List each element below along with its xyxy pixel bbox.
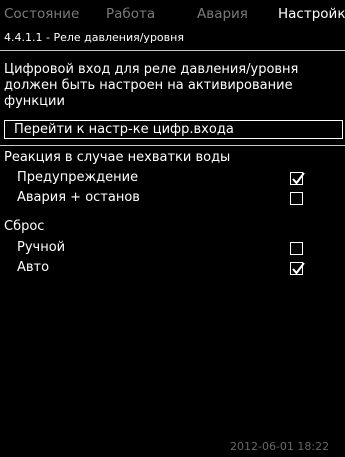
option-alarm-stop-label: Авария + останов [17,190,140,205]
section-heading-reset: Сброс [4,219,45,234]
tab-operation[interactable]: Работа [106,6,155,22]
section-heading-reaction: Реакция в случае нехватки воды [4,150,231,165]
tab-bar: Состояние Работа Авария Настройки [0,6,345,26]
goto-digital-input-label: Перейти к настр-ке цифр.входа [14,122,234,137]
option-auto-checkbox[interactable] [290,262,305,275]
tab-alarm[interactable]: Авария [197,6,248,22]
info-text: Цифровой вход для реле давления/уровня д… [4,62,340,110]
option-auto-label: Авто [17,260,50,275]
checkmark-icon [292,172,305,185]
checkmark-icon [292,262,305,275]
info-line: Цифровой вход для реле давления/уровня [4,62,299,77]
breadcrumb: 4.4.1.1 - Реле давления/уровня [4,31,184,44]
tab-status[interactable]: Состояние [4,6,79,22]
info-line: функции [4,94,65,109]
divider [0,145,345,146]
option-alarm-stop-checkbox[interactable] [290,192,303,205]
option-warning-label: Предупреждение [17,170,139,185]
tab-settings[interactable]: Настройки [278,6,345,22]
info-line: должен быть настроен на активирование [4,78,293,93]
option-manual-checkbox[interactable] [290,242,303,255]
divider [0,50,345,51]
datetime: 2012-06-01 18:22 [230,440,330,453]
option-warning-checkbox[interactable] [290,172,305,185]
option-manual-label: Ручной [17,240,66,255]
goto-digital-input-button[interactable]: Перейти к настр-ке цифр.входа [4,120,343,139]
